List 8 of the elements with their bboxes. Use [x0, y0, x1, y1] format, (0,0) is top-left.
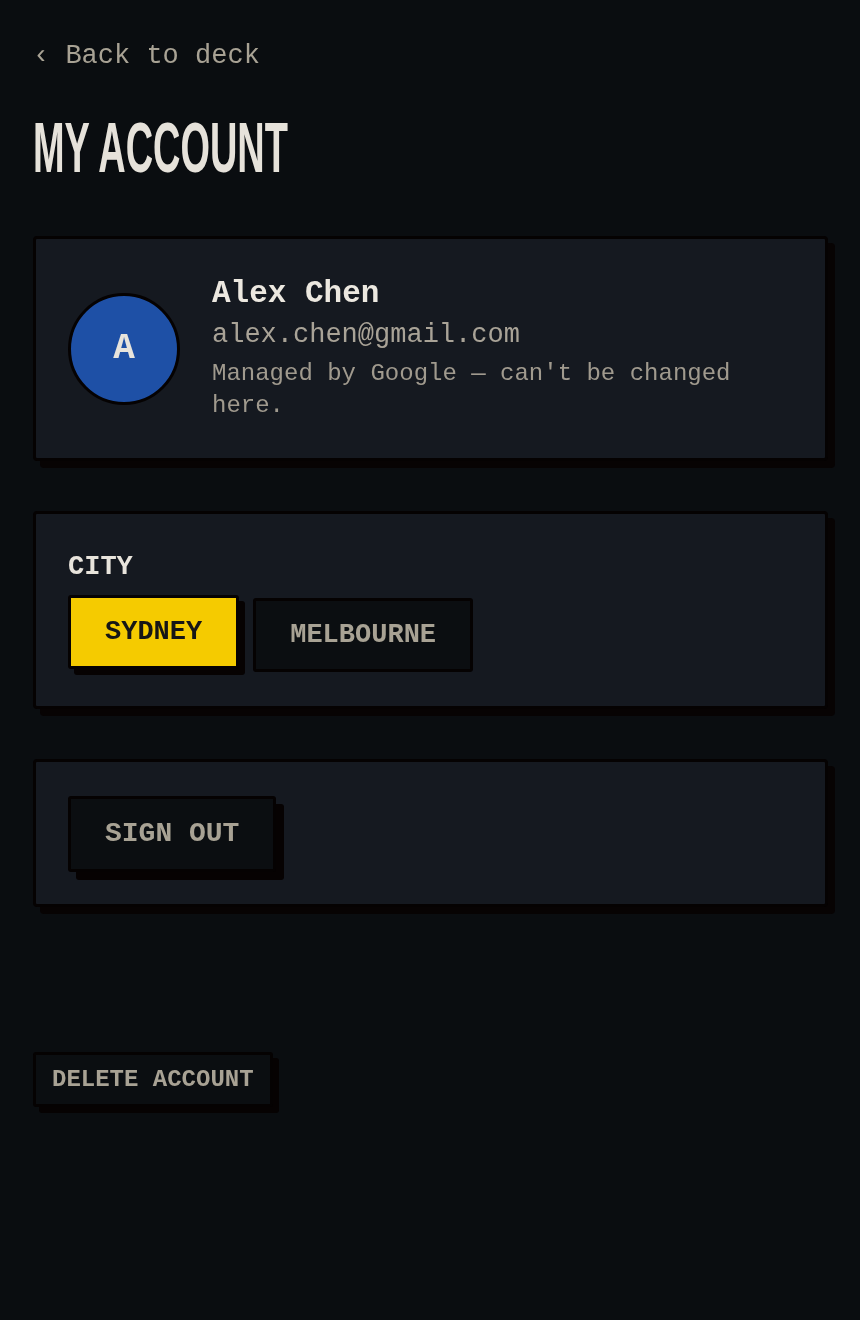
city-option[interactable]: MELBOURNE [253, 598, 474, 672]
page-title: MY ACCOUNT [33, 112, 288, 183]
city-label: CITY [68, 551, 134, 583]
back-link[interactable]: ‹ Back to deck [33, 40, 260, 72]
avatar: A [68, 292, 180, 405]
user-email: alex.chen@gmail.com [212, 319, 521, 352]
account-note: Managed by Google — can't be changed here. [212, 359, 732, 421]
user-name: Alex Chen [212, 275, 381, 312]
